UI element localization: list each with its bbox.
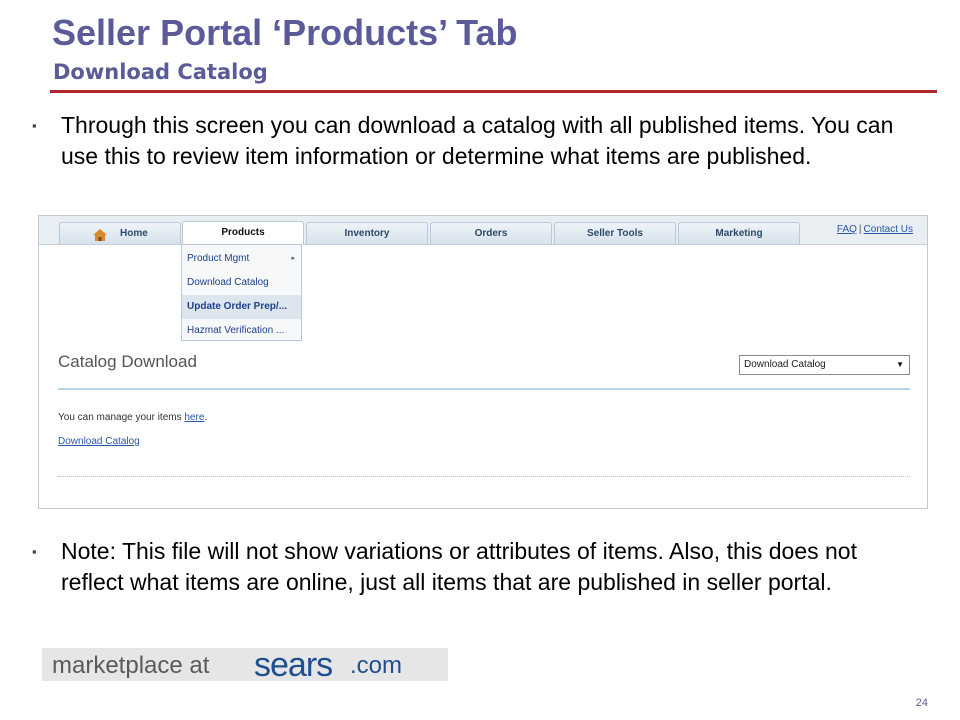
- catalog-select[interactable]: Download Catalog ▼: [739, 355, 910, 375]
- home-icon: [93, 229, 107, 241]
- page-title: Catalog Download: [58, 352, 197, 371]
- download-catalog-link[interactable]: Download Catalog: [58, 436, 140, 447]
- logo-marketplace-text: marketplace at: [52, 652, 210, 679]
- products-dropdown-menu: Product Mgmt ▸ Download Catalog Update O…: [181, 244, 302, 341]
- menu-item-product-mgmt[interactable]: Product Mgmt ▸: [182, 247, 301, 271]
- menu-item-label: Product Mgmt: [187, 253, 250, 264]
- contact-us-link[interactable]: Contact Us: [864, 224, 913, 235]
- tab-label: Home: [120, 228, 148, 239]
- logo-sears-text: sears: [254, 646, 333, 684]
- link-separator: |: [858, 224, 862, 235]
- top-links: FAQ | Contact Us: [837, 224, 913, 235]
- bullet-text: Through this screen you can download a c…: [61, 112, 894, 169]
- bullet-1: ▪ Through this screen you can download a…: [32, 110, 922, 172]
- section-divider: [58, 388, 910, 390]
- tab-inventory[interactable]: Inventory: [306, 222, 428, 244]
- bullet-mark: ▪: [32, 544, 37, 559]
- select-value: Download Catalog: [744, 359, 826, 370]
- menu-item-download-catalog[interactable]: Download Catalog: [182, 271, 301, 295]
- tab-orders[interactable]: Orders: [430, 222, 552, 244]
- slide-subtitle: Download Catalog: [53, 60, 268, 84]
- manage-text: You can manage your items: [58, 412, 182, 423]
- bullet-mark: ▪: [32, 118, 37, 133]
- faq-link[interactable]: FAQ: [837, 224, 857, 235]
- chevron-down-icon: ▼: [896, 360, 904, 369]
- submenu-arrow-icon: ▸: [291, 255, 295, 262]
- manage-here-link[interactable]: here: [184, 412, 204, 423]
- manage-items-text: You can manage your items here.: [58, 412, 207, 423]
- tab-marketing[interactable]: Marketing: [678, 222, 800, 244]
- tab-home[interactable]: Home: [59, 222, 181, 244]
- tab-bar: Home Products Inventory Orders Seller To…: [39, 216, 927, 245]
- bullet-text: Note: This file will not show variations…: [61, 538, 857, 595]
- slide-title: Seller Portal ‘Products’ Tab: [52, 12, 518, 53]
- page-number: 24: [915, 697, 928, 709]
- menu-item-hazmat-verification[interactable]: Hazmat Verification ...: [182, 319, 301, 343]
- dotted-divider: [58, 476, 910, 477]
- tab-seller-tools[interactable]: Seller Tools: [554, 222, 676, 244]
- logo-com-text: .com: [350, 652, 403, 679]
- menu-item-update-order-prep[interactable]: Update Order Prep/...: [182, 295, 301, 319]
- sears-marketplace-logo: marketplace at sears .com: [42, 646, 448, 684]
- title-divider: [50, 90, 937, 93]
- bullet-2: ▪ Note: This file will not show variatio…: [32, 536, 922, 598]
- tab-products[interactable]: Products: [182, 221, 304, 245]
- manage-period: .: [204, 412, 208, 423]
- portal-screenshot: Home Products Inventory Orders Seller To…: [38, 215, 928, 509]
